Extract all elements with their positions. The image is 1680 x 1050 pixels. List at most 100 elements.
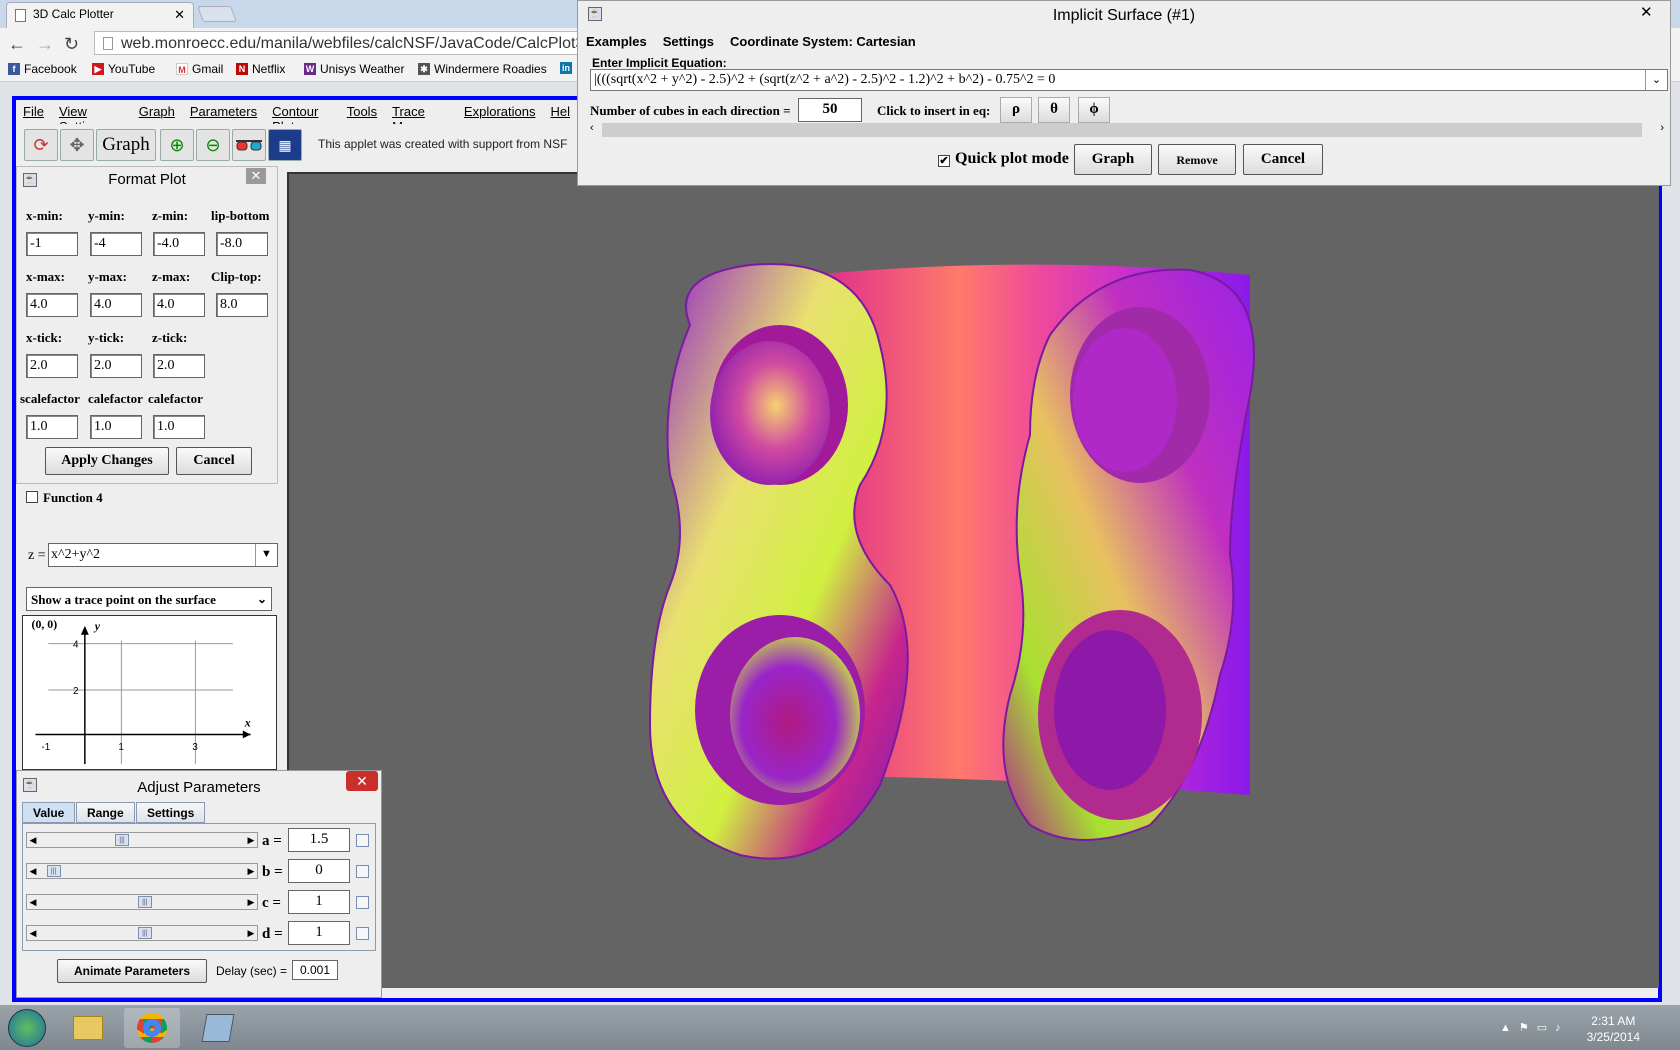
scroll-right-icon[interactable]: › xyxy=(1660,122,1664,134)
slider-thumb[interactable]: ||| xyxy=(137,896,152,908)
slider-right-icon[interactable]: ▶ xyxy=(245,926,257,940)
slider-right-icon[interactable]: ▶ xyxy=(245,864,257,878)
ztick-input[interactable]: 2.0 xyxy=(153,354,205,378)
ymin-input[interactable]: -4 xyxy=(90,232,142,256)
scalefactor-x-input[interactable]: 1.0 xyxy=(26,415,78,439)
quick-plot-toggle[interactable]: ✔ Quick plot mode xyxy=(938,150,1069,168)
menu-coordinate-system[interactable]: Coordinate System: Cartesian xyxy=(730,34,916,49)
parameter-slider[interactable]: ◀ ||| ▶ xyxy=(26,925,258,941)
system-tray-icons[interactable]: ▲⚑▭♪ xyxy=(1500,1021,1569,1034)
forward-icon[interactable]: → xyxy=(36,34,54,55)
slider-right-icon[interactable]: ▶ xyxy=(245,895,257,909)
bookmark-unisys-weather[interactable]: W Unisys Weather xyxy=(304,62,404,76)
scroll-left-icon[interactable]: ‹ xyxy=(590,122,594,134)
system-clock[interactable]: 2:31 AM 3/25/2014 xyxy=(1587,1013,1640,1045)
menu-tools[interactable]: Tools xyxy=(340,100,385,124)
bookmark-youtube[interactable]: ▶ YouTube xyxy=(92,62,155,76)
menu-examples[interactable]: Examples xyxy=(586,34,647,49)
bookmark-windermere-roadies[interactable]: ✱ Windermere Roadies xyxy=(418,62,547,76)
ytick-input[interactable]: 2.0 xyxy=(90,354,142,378)
start-button[interactable] xyxy=(8,1009,46,1047)
slider-left-icon[interactable]: ◀ xyxy=(27,864,39,878)
parameter-value-input[interactable]: 0 xyxy=(288,859,350,883)
xmax-input[interactable]: 4.0 xyxy=(26,293,78,317)
ymax-input[interactable]: 4.0 xyxy=(90,293,142,317)
slider-left-icon[interactable]: ◀ xyxy=(27,926,39,940)
clip-top-input[interactable]: 8.0 xyxy=(216,293,268,317)
parameter-value-input[interactable]: 1 xyxy=(288,921,350,945)
function4-toggle[interactable]: Function 4 xyxy=(26,490,103,506)
parameter-animate-checkbox[interactable] xyxy=(356,896,369,909)
rotate-icon[interactable]: ⟳ xyxy=(24,129,58,161)
xmin-input[interactable]: -1 xyxy=(26,232,78,256)
slider-left-icon[interactable]: ◀ xyxy=(27,833,39,847)
scalefactor-y-input[interactable]: 1.0 xyxy=(90,415,142,439)
bookmark-netflix[interactable]: N Netflix xyxy=(236,62,285,76)
menu-settings[interactable]: Settings xyxy=(663,34,714,49)
implicit-graph-button[interactable]: Graph xyxy=(1074,144,1152,175)
reload-icon[interactable]: ↻ xyxy=(64,34,79,55)
close-tab-icon[interactable]: ✕ xyxy=(174,7,185,23)
slider-left-icon[interactable]: ◀ xyxy=(27,895,39,909)
function4-checkbox[interactable] xyxy=(26,491,38,503)
apply-changes-button[interactable]: Apply Changes xyxy=(45,447,169,475)
parameter-slider[interactable]: ◀ ||| ▶ xyxy=(26,863,258,879)
tab-value[interactable]: Value xyxy=(22,802,76,823)
scalefactor-z-input[interactable]: 1.0 xyxy=(153,415,205,439)
bookmark-gmail[interactable]: M Gmail xyxy=(176,62,223,76)
tab-settings[interactable]: Settings xyxy=(136,802,206,823)
format-cancel-button[interactable]: Cancel xyxy=(176,447,252,475)
chevron-down-icon[interactable]: ▼ xyxy=(255,544,277,566)
close-icon[interactable]: ✕ xyxy=(346,771,378,791)
cubes-input[interactable]: 50 xyxy=(798,98,862,122)
new-tab-button[interactable] xyxy=(197,6,237,22)
slider-thumb[interactable]: ||| xyxy=(46,865,61,877)
close-icon[interactable]: ✕ xyxy=(1640,3,1653,21)
close-icon[interactable]: ✕ xyxy=(246,168,266,184)
equation-scrollbar[interactable]: ‹ › xyxy=(590,120,1668,138)
file-explorer-icon[interactable] xyxy=(60,1008,116,1048)
graph-button[interactable]: Graph xyxy=(96,129,156,161)
java-app-icon[interactable] xyxy=(190,1008,246,1048)
back-icon[interactable]: ← xyxy=(8,34,26,55)
parameter-slider[interactable]: ◀ ||| ▶ xyxy=(26,894,258,910)
trace-mini-graph[interactable]: (0, 0) y x 4 2 -1 1 3 xyxy=(22,615,277,770)
implicit-remove-button[interactable]: Remove xyxy=(1158,144,1236,175)
tab-range[interactable]: Range xyxy=(76,802,135,823)
menu-view-settings[interactable]: View Settings xyxy=(52,100,132,134)
menu-trace-menu[interactable]: Trace Menu xyxy=(385,100,457,134)
slider-thumb[interactable]: ||| xyxy=(115,834,129,846)
slider-right-icon[interactable]: ▶ xyxy=(245,833,257,847)
slider-thumb[interactable]: ||| xyxy=(137,927,152,939)
menu-help[interactable]: Hel xyxy=(543,100,578,124)
chevron-down-icon[interactable]: ⌄ xyxy=(1645,70,1667,90)
parameter-slider[interactable]: ◀ ||| ▶ xyxy=(26,832,258,848)
parameter-animate-checkbox[interactable] xyxy=(356,834,369,847)
trace-option-select[interactable]: Show a trace point on the surface ⌄ xyxy=(26,587,272,611)
menu-parameters[interactable]: Parameters xyxy=(183,100,265,124)
menu-graph[interactable]: Graph xyxy=(132,100,183,124)
zmax-input[interactable]: 4.0 xyxy=(153,293,205,317)
parameter-animate-checkbox[interactable] xyxy=(356,927,369,940)
menu-contour-plot[interactable]: Contour Plot xyxy=(265,100,340,134)
scroll-track[interactable] xyxy=(602,123,1642,137)
parameter-animate-checkbox[interactable] xyxy=(356,865,369,878)
implicit-cancel-button[interactable]: Cancel xyxy=(1243,144,1323,175)
bookmark-linkedin[interactable]: in xyxy=(560,62,572,74)
z-equation-input[interactable]: x^2+y^2 ▼ xyxy=(48,543,278,567)
chrome-icon[interactable] xyxy=(124,1008,180,1048)
axes-icon[interactable]: ✥ xyxy=(60,129,94,161)
implicit-equation-input[interactable]: |(((sqrt(x^2 + y^2) - 2.5)^2 + (sqrt(z^2… xyxy=(590,69,1668,91)
zoom-out-icon[interactable]: ⊖ xyxy=(196,129,230,161)
browser-tab[interactable]: 3D Calc Plotter ✕ xyxy=(6,2,194,28)
delay-input[interactable]: 0.001 xyxy=(292,960,338,980)
xtick-input[interactable]: 2.0 xyxy=(26,354,78,378)
grid-icon[interactable]: ▦ xyxy=(268,129,302,161)
menu-explorations[interactable]: Explorations xyxy=(457,100,544,124)
parameter-value-input[interactable]: 1.5 xyxy=(288,828,350,852)
clip-bottom-input[interactable]: -8.0 xyxy=(216,232,268,256)
bookmark-facebook[interactable]: f Facebook xyxy=(8,62,77,76)
animate-parameters-button[interactable]: Animate Parameters xyxy=(57,959,207,983)
zoom-in-icon[interactable]: ⊕ xyxy=(160,129,194,161)
3d-glasses-icon[interactable] xyxy=(232,129,266,161)
